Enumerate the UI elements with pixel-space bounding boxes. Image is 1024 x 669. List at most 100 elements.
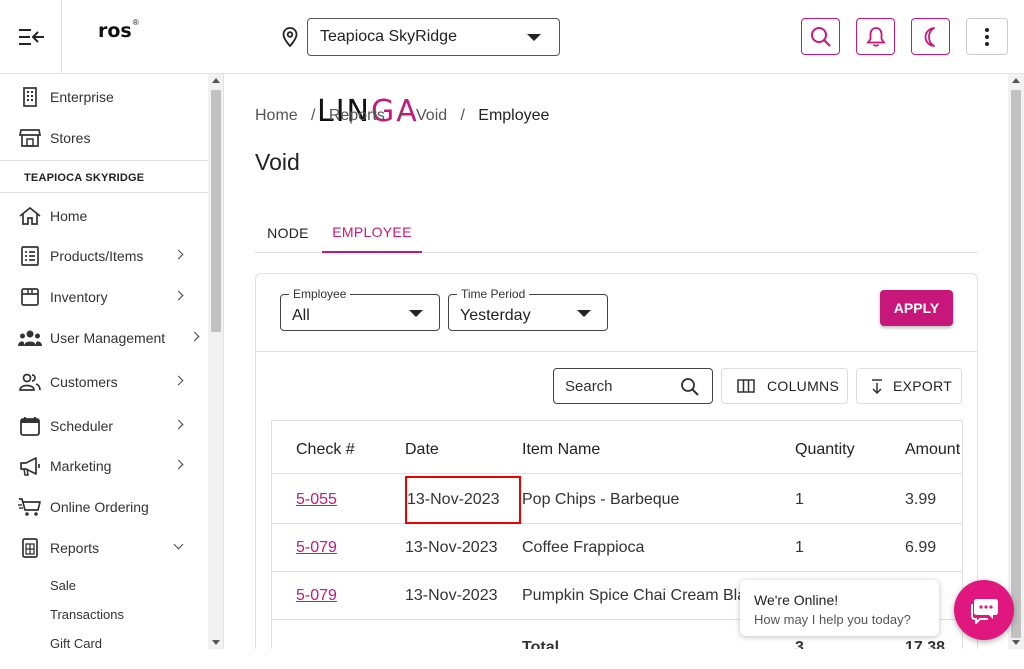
breadcrumb-space	[385, 107, 398, 125]
sidebar-item-home[interactable]: Home	[0, 198, 208, 234]
employee-select-value: All	[292, 307, 310, 324]
breadcrumb-void[interactable]: Void	[416, 107, 447, 125]
tab-node[interactable]: NODE	[255, 212, 321, 253]
building-icon	[23, 87, 37, 107]
sidebar-item-label: Enterprise	[50, 89, 114, 105]
sidebar-item-stores[interactable]: Stores	[0, 120, 208, 156]
sidebar-item-inventory[interactable]: Inventory	[0, 279, 208, 315]
employee-select[interactable]: Employee All	[280, 287, 440, 331]
sidebar-scrollbar-thumb[interactable]	[211, 90, 221, 332]
dropdown-arrow-icon	[409, 310, 423, 317]
amount-cell: 3.99	[905, 491, 937, 508]
sidebar-item-products[interactable]: Products/Items	[0, 238, 208, 274]
sidebar-item-label: Scheduler	[50, 418, 114, 434]
sidebar-item-label: Online Ordering	[50, 499, 149, 515]
filter-row: Employee All Time Period Yesterday APPLY	[256, 274, 977, 352]
sidebar-section-label: TEAPIOCA SKYRIDGE	[24, 172, 145, 184]
sidebar-item-user-management[interactable]: User Management	[0, 320, 208, 356]
tab-employee[interactable]: EMPLOYEE	[322, 212, 422, 253]
sidebar-item-reports[interactable]: Reports	[0, 530, 208, 566]
main-scrollbar-thumb[interactable]	[1011, 90, 1021, 638]
page-title: Void	[255, 149, 300, 175]
chevron-right-icon	[189, 331, 200, 342]
time-period-select[interactable]: Time Period Yesterday	[448, 287, 608, 331]
main-scrollbar[interactable]	[1008, 74, 1024, 649]
top-bar: LINGA ros ® Teapioca SkyRidge	[0, 0, 1024, 129]
check-number-link[interactable]: 5-079	[296, 572, 337, 620]
quantity-cell: 1	[795, 491, 804, 508]
check-number-link[interactable]: 5-079	[296, 524, 337, 572]
notifications-button[interactable]	[856, 18, 895, 55]
home-icon	[19, 206, 41, 225]
sidebar-item-marketing[interactable]: Marketing	[0, 448, 208, 484]
time-period-select-label: Time Period	[457, 287, 530, 301]
chat-popup-subtitle: How may I help you today?	[754, 612, 911, 627]
apply-button[interactable]: APPLY	[880, 290, 953, 326]
scroll-down-arrow-icon[interactable]	[1012, 640, 1020, 645]
store-select[interactable]: Teapioca SkyRidge	[307, 18, 560, 56]
table-row: 5-079 13-Nov-2023 Coffee Frappioca 1 6.9…	[272, 524, 962, 572]
item-name-cell: Coffee Frappioca	[522, 539, 645, 556]
box-icon	[21, 288, 39, 306]
sidebar-item-enterprise[interactable]: Enterprise	[0, 79, 208, 115]
date-cell-highlight	[405, 476, 521, 524]
breadcrumb-space	[447, 107, 460, 125]
sidebar-item-label: Stores	[50, 130, 91, 146]
breadcrumb-reports[interactable]: Reports	[329, 107, 385, 125]
export-button[interactable]: EXPORT	[856, 368, 962, 404]
main-content: Home / Reports / Void / Employee Void NO…	[225, 74, 1008, 649]
menu-collapse-icon	[18, 28, 44, 45]
chat-launcher-button[interactable]	[954, 580, 1014, 640]
users-icon	[18, 330, 42, 346]
column-header-date[interactable]: Date	[405, 426, 439, 474]
menu-collapse-button[interactable]	[0, 0, 62, 73]
linga-logo: LINGA ros ®	[98, 18, 419, 129]
chat-popup[interactable]: We're Online! How may I help you today?	[740, 580, 939, 636]
sidebar: Enterprise Stores TEAPIOCA SKYRIDGE Home…	[0, 74, 224, 649]
more-options-button[interactable]	[966, 18, 1008, 55]
scroll-up-arrow-icon[interactable]	[1012, 78, 1020, 83]
sidebar-item-label: Inventory	[50, 289, 108, 305]
sidebar-item-online-ordering[interactable]: Online Ordering	[0, 489, 208, 525]
total-label: Total	[522, 639, 560, 649]
column-header-quantity[interactable]: Quantity	[795, 426, 855, 474]
check-number-link[interactable]: 5-055	[296, 476, 337, 524]
sidebar-scrollbar[interactable]	[208, 74, 223, 649]
column-header-item-name[interactable]: Item Name	[522, 426, 600, 474]
breadcrumb-separator	[298, 107, 311, 125]
search-button[interactable]	[801, 18, 840, 55]
columns-button[interactable]: COLUMNS	[721, 368, 848, 404]
chevron-right-icon	[173, 375, 184, 386]
column-header-check[interactable]: Check #	[296, 426, 355, 474]
chevron-down-icon	[173, 539, 184, 550]
sidebar-subitem-gift-card[interactable]: Gift Card	[50, 636, 102, 649]
search-icon	[681, 378, 699, 396]
bell-icon	[865, 26, 886, 47]
breadcrumb-home[interactable]: Home	[255, 107, 298, 125]
dark-mode-button[interactable]	[911, 18, 950, 55]
sidebar-item-label: Home	[50, 208, 88, 224]
quantity-cell: 1	[795, 539, 804, 556]
breadcrumb-space	[403, 107, 416, 125]
scroll-up-arrow-icon[interactable]	[212, 78, 220, 83]
sidebar-subitem-sale[interactable]: Sale	[50, 578, 76, 593]
dropdown-arrow-icon	[527, 34, 541, 41]
columns-icon	[737, 379, 755, 393]
table-header-row: Check # Date Item Name Quantity Amount	[272, 426, 962, 474]
sidebar-item-scheduler[interactable]: Scheduler	[0, 408, 208, 444]
sidebar-subitem-transactions[interactable]: Transactions	[50, 607, 124, 622]
sidebar-item-label: Products/Items	[50, 248, 144, 264]
chat-bubble-icon	[971, 599, 998, 624]
scroll-down-arrow-icon[interactable]	[212, 640, 220, 645]
location-pin-icon	[282, 27, 298, 47]
table-search-input[interactable]: Search	[553, 368, 713, 404]
store-icon	[18, 129, 42, 147]
sidebar-item-label: Marketing	[50, 458, 112, 474]
time-period-select-value: Yesterday	[460, 307, 531, 324]
sidebar-item-customers[interactable]: Customers	[0, 364, 208, 400]
date-cell: 13-Nov-2023	[405, 587, 498, 604]
dropdown-arrow-icon	[577, 310, 591, 317]
sidebar-item-label: Reports	[50, 540, 100, 556]
chevron-right-icon	[173, 419, 184, 430]
column-header-amount[interactable]: Amount	[905, 426, 960, 474]
